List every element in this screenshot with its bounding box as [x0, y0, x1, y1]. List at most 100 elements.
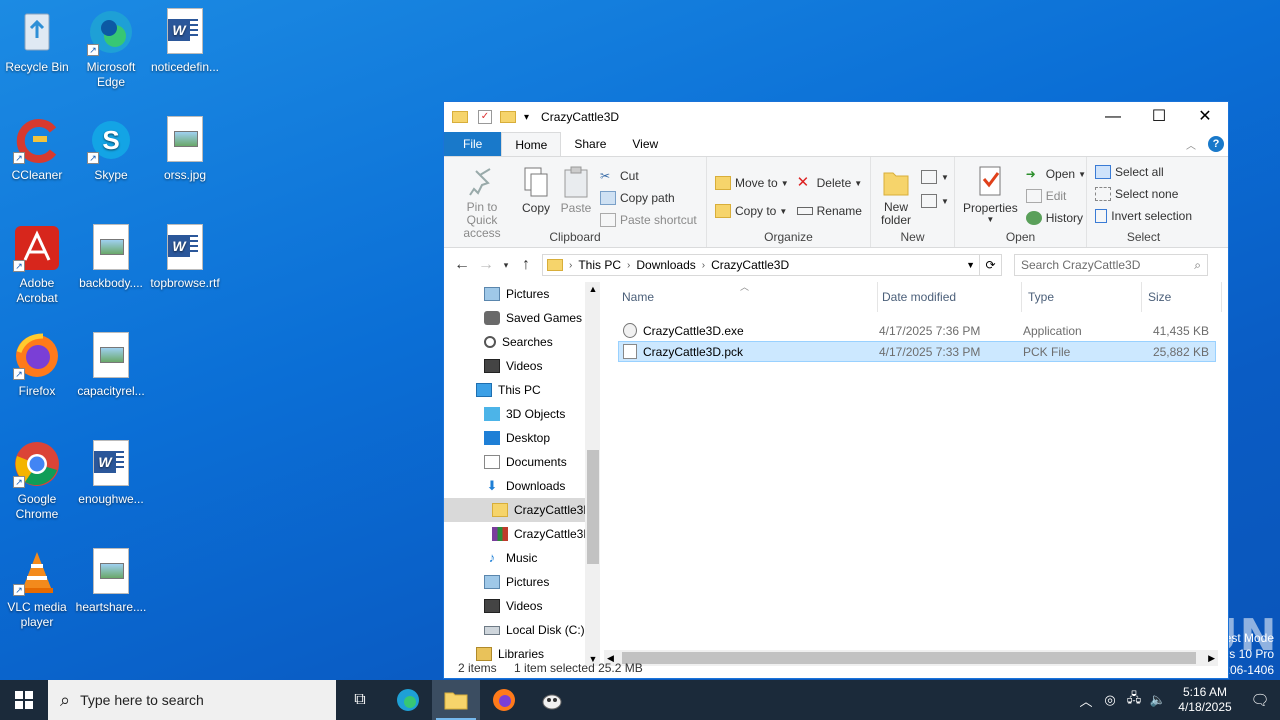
title-bar[interactable]: ✓ ▾ CrazyCattle3D — ☐ ✕: [444, 102, 1228, 132]
breadcrumb-crazycattle3d[interactable]: CrazyCattle3D: [705, 258, 795, 272]
desktop-icon-heartshare[interactable]: heartshare....: [74, 548, 148, 615]
new-item-button[interactable]: ▼: [917, 165, 953, 189]
nav-item-documents[interactable]: Documents: [444, 450, 600, 474]
desktop-icon-ccleaner[interactable]: ↗ CCleaner: [0, 116, 74, 183]
breadcrumb-this-pc[interactable]: This PC: [572, 258, 627, 272]
close-button[interactable]: ✕: [1182, 102, 1228, 132]
folder-icon: [547, 259, 563, 271]
file-row[interactable]: CrazyCattle3D.exe 4/17/2025 7:36 PM Applic…: [618, 320, 1216, 341]
desktop-icon-backbody[interactable]: backbody....: [74, 224, 148, 291]
desktop-icon-recycle-bin[interactable]: Recycle Bin: [0, 8, 74, 75]
start-button[interactable]: [0, 680, 48, 720]
new-folder-quick-icon[interactable]: [500, 111, 516, 123]
cut-button[interactable]: ✂ Cut: [596, 165, 701, 187]
recent-locations-button[interactable]: ▾: [498, 260, 514, 271]
open-button[interactable]: ➜ Open ▼: [1022, 163, 1090, 185]
column-type[interactable]: Type: [1022, 282, 1142, 312]
tab-share[interactable]: Share: [561, 132, 619, 156]
music-icon: ♪: [488, 550, 496, 565]
desktop-icon-label: Adobe Acrobat: [16, 276, 58, 305]
search-input[interactable]: Search CrazyCattle3D ⌕: [1014, 254, 1208, 276]
nav-item-3d-objects[interactable]: 3D Objects: [444, 402, 600, 426]
nav-item-searches[interactable]: Searches: [444, 330, 600, 354]
clipboard-group: Pin to Quick access Copy Paste ✂ Cut Copy…: [444, 157, 707, 247]
desktop-icon-chrome[interactable]: ↗ Google Chrome: [0, 440, 74, 522]
clock[interactable]: 5:16 AM 4/18/2025: [1170, 685, 1240, 715]
forward-button[interactable]: →: [474, 256, 498, 274]
nav-item-this-pc[interactable]: This PC: [444, 378, 600, 402]
maximize-button[interactable]: ☐: [1136, 102, 1182, 132]
edit-button[interactable]: Edit: [1022, 185, 1090, 207]
task-view-icon: ⧉: [354, 691, 366, 708]
desktop-icon-capacityrel[interactable]: capacityrel...: [74, 332, 148, 399]
help-icon[interactable]: ?: [1208, 136, 1224, 152]
up-button[interactable]: ↑: [514, 256, 538, 274]
selection-info: 1 item selected 25.2 MB: [514, 661, 643, 675]
invert-selection-button[interactable]: Invert selection: [1091, 205, 1196, 227]
desktop-icon-vlc[interactable]: ↗ VLC media player: [0, 548, 74, 630]
nav-item-crazycattle3d[interactable]: CrazyCattle3D: [444, 522, 600, 546]
notification-button[interactable]: 🗨: [1240, 691, 1280, 709]
nav-item-downloads[interactable]: ⬇ Downloads: [444, 474, 600, 498]
nav-item-videos[interactable]: Videos: [444, 594, 600, 618]
nav-item-pictures[interactable]: Pictures: [444, 570, 600, 594]
move-to-button[interactable]: Move to ▼: [711, 169, 793, 197]
nav-item-desktop[interactable]: Desktop: [444, 426, 600, 450]
taskbar-file-explorer[interactable]: [432, 680, 480, 720]
nav-item-music[interactable]: ♪ Music: [444, 546, 600, 570]
column-date-modified[interactable]: Date modified: [878, 282, 1022, 312]
word-doc-icon: W: [161, 224, 209, 272]
select-none-button[interactable]: Select none: [1091, 183, 1196, 205]
tab-file[interactable]: File: [444, 132, 502, 156]
collapse-ribbon-icon[interactable]: ︿: [1186, 137, 1196, 152]
task-view-button[interactable]: ⧉: [336, 680, 384, 720]
back-button[interactable]: ←: [450, 256, 474, 274]
nav-item-saved-games[interactable]: Saved Games: [444, 306, 600, 330]
scroll-up-icon[interactable]: ▲: [585, 282, 600, 296]
desktop-icon-topbrowse[interactable]: W topbrowse.rtf: [148, 224, 222, 291]
file-row[interactable]: CrazyCattle3D.pck 4/17/2025 7:33 PM PCK Fi…: [618, 341, 1216, 362]
column-size[interactable]: Size: [1142, 282, 1222, 312]
desktop-icon-noticedefin[interactable]: W noticedefin...: [148, 8, 222, 75]
taskbar-firefox[interactable]: [480, 680, 528, 720]
desktop-icon-firefox[interactable]: ↗ Firefox: [0, 332, 74, 399]
desktop-icon-skype[interactable]: S ↗ Skype: [74, 116, 148, 183]
network-icon[interactable]: 🖧: [1122, 689, 1146, 711]
breadcrumb-downloads[interactable]: Downloads: [630, 258, 701, 272]
history-button[interactable]: History: [1022, 207, 1090, 229]
tab-view[interactable]: View: [619, 132, 671, 156]
pictures-icon: [484, 575, 500, 589]
nav-item-pictures[interactable]: Pictures: [444, 282, 600, 306]
delete-button[interactable]: ✕ Delete ▼: [793, 169, 867, 197]
tab-home[interactable]: Home: [501, 132, 562, 156]
nav-item-crazycattle3d[interactable]: CrazyCattle3D: [444, 498, 600, 522]
copy-path-button[interactable]: Copy path: [596, 187, 701, 209]
meet-now-icon[interactable]: ◎: [1098, 692, 1122, 708]
address-bar[interactable]: › This PC › Downloads › CrazyCattle3D ▼: [542, 254, 980, 276]
desktop-icon-edge[interactable]: ↗ Microsoft Edge: [74, 8, 148, 90]
rename-button[interactable]: Rename: [793, 197, 867, 225]
properties-quick-icon[interactable]: ✓: [478, 110, 492, 124]
easy-access-button[interactable]: ▼: [917, 189, 953, 213]
paste-shortcut-button[interactable]: Paste shortcut: [596, 209, 701, 231]
volume-icon[interactable]: 🔈: [1146, 692, 1170, 708]
copy-to-button[interactable]: Copy to ▼: [711, 197, 793, 225]
address-bar-row: ← → ▾ ↑ › This PC › Downloads › CrazyCat…: [444, 248, 1228, 282]
select-all-button[interactable]: Select all: [1091, 161, 1196, 183]
desktop-icon-acrobat[interactable]: ↗ Adobe Acrobat: [0, 224, 74, 306]
taskbar-search-box[interactable]: ⌕ Type here to search: [48, 680, 336, 720]
scroll-thumb[interactable]: [587, 450, 599, 564]
customize-quick-access-icon[interactable]: ▾: [524, 112, 529, 123]
address-dropdown-icon[interactable]: ▼: [966, 260, 979, 270]
taskbar-crazycattle3d[interactable]: [528, 680, 576, 720]
nav-vertical-scrollbar[interactable]: ▲ ▼: [585, 282, 600, 666]
nav-item-local-disk-c[interactable]: Local Disk (C:): [444, 618, 600, 642]
organize-group-label: Organize: [764, 230, 813, 244]
nav-item-videos[interactable]: Videos: [444, 354, 600, 378]
show-hidden-icons[interactable]: ︿: [1074, 691, 1098, 710]
minimize-button[interactable]: —: [1090, 102, 1136, 132]
desktop-icon-orss[interactable]: orss.jpg: [148, 116, 222, 183]
taskbar-edge[interactable]: [384, 680, 432, 720]
refresh-button[interactable]: ⟳: [980, 254, 1002, 276]
desktop-icon-enoughwe[interactable]: W enoughwe...: [74, 440, 148, 507]
